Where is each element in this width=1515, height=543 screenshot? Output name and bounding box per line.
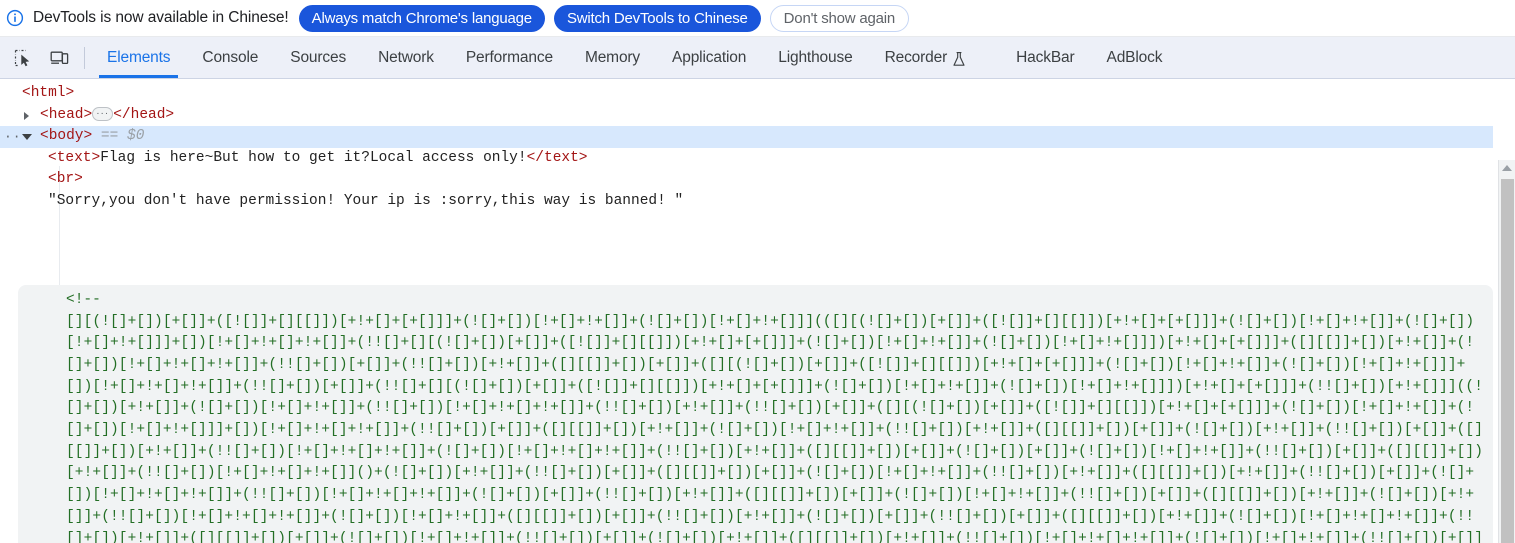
dom-tree: <html> <head> ··· </head> ··· <body> == $0… xyxy=(0,80,1493,212)
chevron-right-icon[interactable] xyxy=(24,111,29,120)
flask-icon xyxy=(952,51,966,67)
devtools-tabstrip: Elements Console Sources Network Perform… xyxy=(0,37,1515,79)
dom-node-head-close-tag: </head> xyxy=(113,106,175,123)
always-match-chrome-language-button[interactable]: Always match Chrome's language xyxy=(298,4,545,32)
dom-node-body[interactable]: ··· <body> == $0 xyxy=(0,126,1493,148)
comment-open-marker: <!-- xyxy=(66,292,101,308)
dom-node-quoted-text[interactable]: "Sorry,you don't have permission! Your i… xyxy=(0,191,1493,213)
elements-dom-tree-panel[interactable]: <html> <head> ··· </head> ··· <body> == $0… xyxy=(0,80,1515,543)
chevron-up-icon xyxy=(1502,164,1512,171)
tab-application[interactable]: Application xyxy=(656,37,762,78)
switch-devtools-to-chinese-button[interactable]: Switch DevTools to Chinese xyxy=(553,4,761,32)
dom-node-html-tag: <html> xyxy=(22,85,75,101)
tab-label: Application xyxy=(672,48,747,66)
devtools-tool-icons xyxy=(8,37,84,78)
dom-node-body-ref: $0 xyxy=(127,128,145,144)
language-infobar: DevTools is now available in Chinese! Al… xyxy=(0,0,1515,37)
dom-node-comment[interactable]: <!-- [][(![]+[])[+[]]+([![]]+[][[]])[+!+… xyxy=(18,285,1493,543)
tab-label: Sources xyxy=(290,48,347,66)
tab-label: Network xyxy=(378,48,434,66)
dom-node-body-equals: == xyxy=(100,128,119,144)
dont-show-again-button[interactable]: Don't show again xyxy=(769,4,910,32)
tab-console[interactable]: Console xyxy=(186,37,274,78)
tab-memory[interactable]: Memory xyxy=(569,37,656,78)
text-open-tag: <text> xyxy=(48,149,101,166)
scrollbar-up-button[interactable] xyxy=(1499,160,1515,175)
tab-network[interactable]: Network xyxy=(362,37,450,78)
tab-elements[interactable]: Elements xyxy=(91,37,186,78)
tab-label: Memory xyxy=(584,48,641,66)
tab-hackbar[interactable]: HackBar xyxy=(1000,37,1090,78)
tab-label: HackBar xyxy=(1016,48,1075,66)
dom-node-head[interactable]: <head> ··· </head> xyxy=(0,105,1493,127)
text-content: Flag is here~But how to get it?Local acc… xyxy=(100,149,527,166)
tab-label: Lighthouse xyxy=(778,48,853,66)
tab-label: Console xyxy=(202,48,259,66)
expand-ellipsis-badge[interactable]: ··· xyxy=(92,106,114,121)
comment-jsfuck-payload: [][(![]+[])[+[]]+([![]]+[][[]])[+!+[]+[+… xyxy=(66,313,1484,543)
vertical-scrollbar[interactable] xyxy=(1498,160,1515,543)
device-toolbar-glyph xyxy=(50,51,68,64)
dom-node-body-tag: <body> xyxy=(40,128,93,144)
tab-adblock[interactable]: AdBlock xyxy=(1091,37,1179,78)
toolbar-divider xyxy=(84,47,85,69)
tab-recorder[interactable]: Recorder xyxy=(869,37,983,78)
inspect-element-glyph xyxy=(14,49,30,66)
dom-node-head-open-tag: <head> xyxy=(40,106,93,123)
text-close-tag: </text> xyxy=(526,149,588,166)
tab-lighthouse[interactable]: Lighthouse xyxy=(762,37,868,78)
tab-label: AdBlock xyxy=(1106,48,1163,66)
tab-sources[interactable]: Sources xyxy=(274,37,362,78)
panel-tabs: Elements Console Sources Network Perform… xyxy=(91,37,1178,78)
infobar-message: DevTools is now available in Chinese! xyxy=(33,9,289,26)
inspect-element-icon[interactable] xyxy=(8,44,38,72)
dom-node-text-element[interactable]: <text>Flag is here~But how to get it?Loc… xyxy=(0,148,1493,170)
tab-performance[interactable]: Performance xyxy=(450,37,569,78)
dom-node-html[interactable]: <html> xyxy=(0,83,1493,105)
dom-node-br[interactable]: <br> xyxy=(0,169,1493,191)
info-circle-icon xyxy=(6,9,24,27)
tab-label: Recorder xyxy=(884,48,948,66)
br-tag: <br> xyxy=(48,171,83,187)
chevron-down-icon[interactable] xyxy=(22,134,32,144)
tab-label: Performance xyxy=(465,48,553,66)
quoted-text-content: "Sorry,you don't have permission! Your i… xyxy=(48,192,684,209)
devtools-window: DevTools is now available in Chinese! Al… xyxy=(0,0,1515,543)
tab-label: Elements xyxy=(107,48,171,66)
device-toolbar-icon[interactable] xyxy=(44,44,74,72)
scrollbar-thumb[interactable] xyxy=(1501,179,1514,543)
tab-spacer xyxy=(982,37,1000,78)
